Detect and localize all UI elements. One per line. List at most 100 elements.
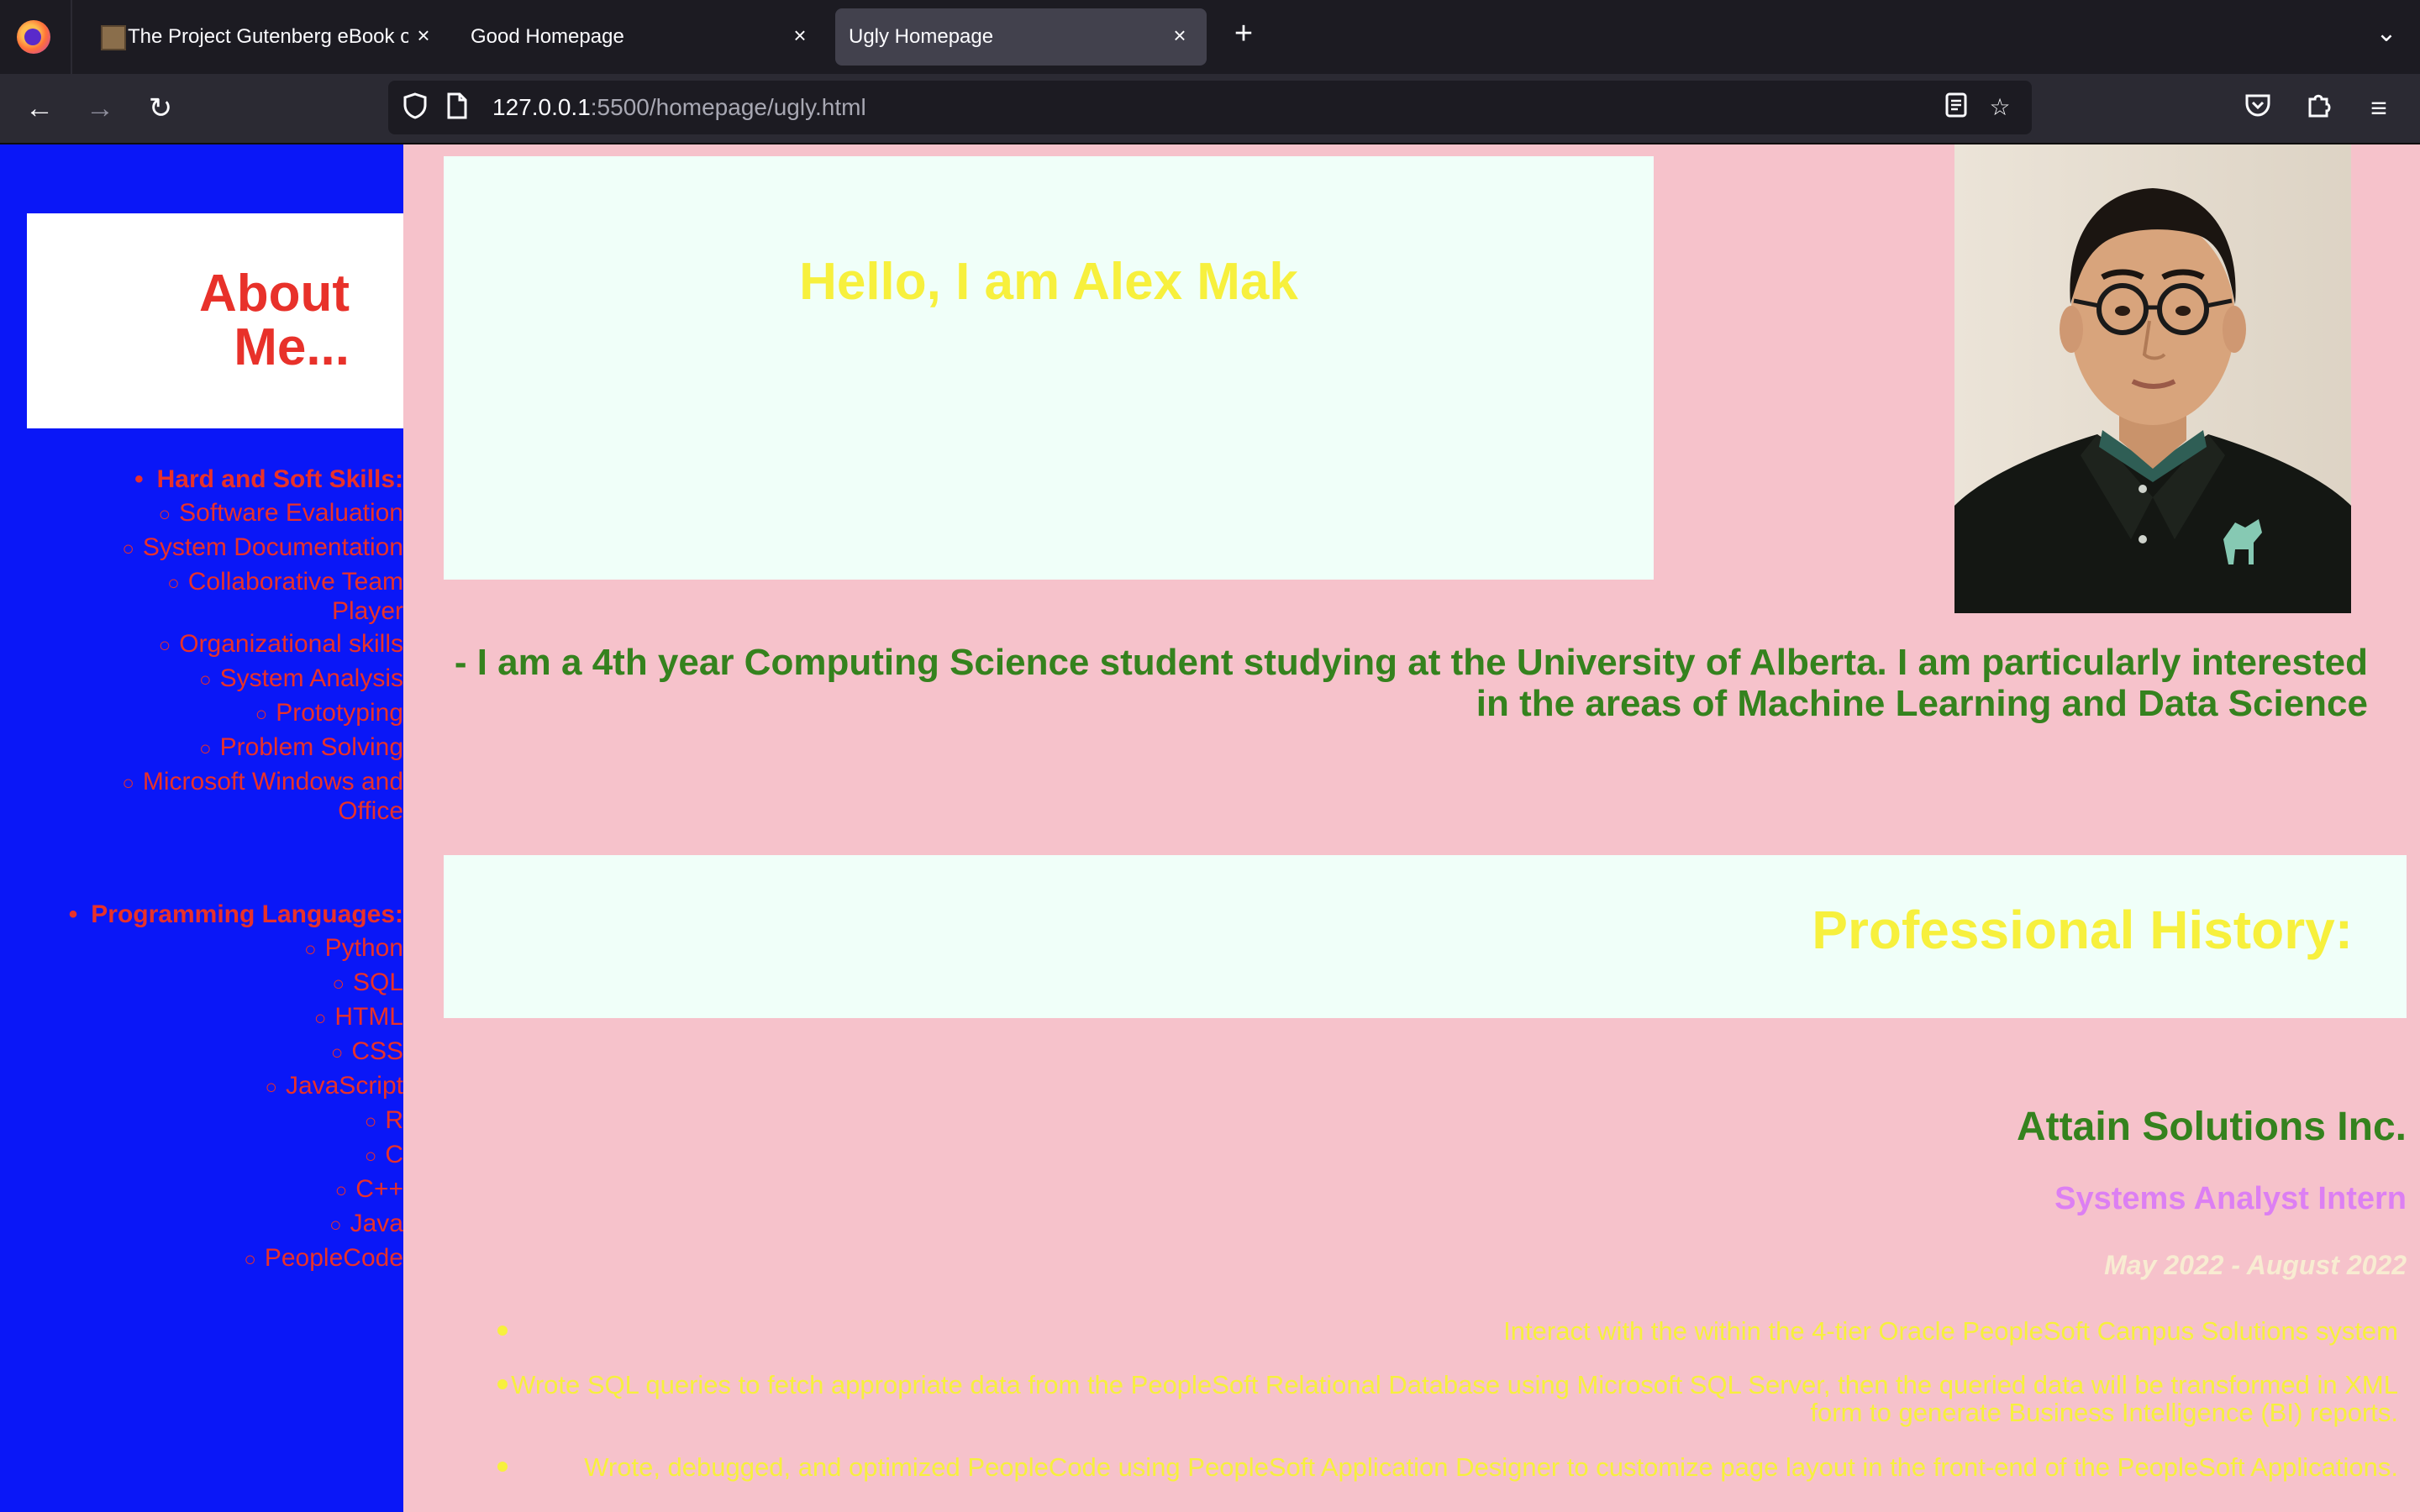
circle-bullet-icon: ○ xyxy=(122,772,134,795)
circle-bullet-icon: ○ xyxy=(364,1110,377,1133)
page-content: About Me... Hard and Soft Skills: ○ Softw… xyxy=(0,144,2420,1512)
company-name: Attain Solutions Inc. xyxy=(2017,1105,2407,1149)
close-tab-icon[interactable]: × xyxy=(410,22,437,49)
skills-list: ○ Software Evaluation ○ System Documentatio… xyxy=(118,499,403,830)
list-item: ○ System Documentation xyxy=(118,533,403,563)
list-item-label: R xyxy=(385,1106,403,1134)
list-item-label: Collaborative Team Player xyxy=(187,568,403,625)
circle-bullet-icon: ○ xyxy=(304,938,317,961)
list-item-label: C++ xyxy=(355,1175,403,1203)
list-item: ○ CSS xyxy=(118,1037,403,1067)
book-favicon-icon xyxy=(101,25,126,50)
circle-bullet-icon: ○ xyxy=(199,738,212,760)
languages-list: ○ Python ○ SQL ○ HTML ○ CSS ○ JavaScript ○ R ○ C ○ C++ ○… xyxy=(118,934,403,1278)
page-icon xyxy=(442,92,472,123)
circle-bullet-icon: ○ xyxy=(199,669,212,691)
reload-icon[interactable]: ↻ xyxy=(141,89,180,128)
shield-icon[interactable] xyxy=(400,92,430,123)
job-duty: Wrote SQL queries to fetch appropriate d… xyxy=(511,1370,2398,1427)
list-item: ○ Prototyping xyxy=(118,699,403,728)
list-item-label: Java xyxy=(350,1210,403,1237)
list-item: ○ C xyxy=(118,1141,403,1170)
intro-paragraph: - I am a 4th year Computing Science stud… xyxy=(454,642,2368,724)
circle-bullet-icon: ○ xyxy=(330,1042,344,1064)
list-item: ○ JavaScript xyxy=(118,1072,403,1101)
list-item-label: System Documentation xyxy=(142,533,403,561)
list-item: ○ R xyxy=(118,1106,403,1136)
list-item: ○ C++ xyxy=(118,1175,403,1205)
tab-ugly-homepage[interactable]: Ugly Homepage × xyxy=(835,8,1207,66)
profile-photo xyxy=(1954,144,2351,613)
list-item-label: Prototyping xyxy=(276,699,403,727)
reader-view-icon[interactable] xyxy=(1941,92,1971,123)
tab-title: Ugly Homepage xyxy=(849,25,994,48)
forward-arrow-icon[interactable]: → xyxy=(81,89,119,128)
circle-bullet-icon: ○ xyxy=(244,1248,256,1271)
circle-bullet-icon: ○ xyxy=(334,1179,348,1202)
list-item: ○ HTML xyxy=(118,1003,403,1032)
hamburger-menu-icon[interactable]: ≡ xyxy=(2360,89,2398,128)
job-dates: May 2022 - August 2022 xyxy=(2104,1250,2407,1280)
url-bar[interactable]: 127.0.0.1:5500/homepage/ugly.html ☆ xyxy=(388,81,2032,134)
navigation-toolbar: ← → ↻ 127.0.0.1:5500/homepage/ugly.html … xyxy=(0,74,2420,143)
hello-box: Hello, I am Alex Mak xyxy=(444,156,1654,580)
skills-heading: Hard and Soft Skills: xyxy=(134,465,403,494)
list-item: ○ Organizational skills xyxy=(118,630,403,659)
firefox-logo-icon[interactable] xyxy=(17,20,50,54)
circle-bullet-icon: ○ xyxy=(158,503,171,526)
list-item: ○ Python xyxy=(118,934,403,963)
bookmark-star-icon[interactable]: ☆ xyxy=(1985,92,2015,123)
tab-gutenberg[interactable]: The Project Gutenberg eBook of × xyxy=(81,8,444,66)
circle-bullet-icon: ○ xyxy=(158,634,171,657)
tab-good-homepage[interactable]: Good Homepage × xyxy=(457,8,825,66)
list-item-label: HTML xyxy=(334,1003,403,1031)
list-item: ○ Collaborative Team Player xyxy=(118,568,403,625)
list-item-label: SQL xyxy=(352,969,403,996)
tab-separator xyxy=(71,0,72,74)
hello-heading: Hello, I am Alex Mak xyxy=(799,253,1298,311)
about-me-title: About Me... xyxy=(198,265,350,376)
list-item-label: Software Evaluation xyxy=(179,499,403,527)
list-item: ○ System Analysis xyxy=(118,664,403,694)
list-item-label: PeopleCode xyxy=(264,1244,403,1272)
job-duty: Interact with the within the 4-tier Orac… xyxy=(1503,1316,2398,1346)
languages-heading: Programming Languages: xyxy=(69,900,403,929)
list-item-label: Organizational skills xyxy=(179,630,403,658)
professional-history-box: Professional History: xyxy=(444,855,2407,1018)
sidebar: About Me... Hard and Soft Skills: ○ Softw… xyxy=(0,144,403,1512)
list-item-label: C xyxy=(385,1141,403,1168)
circle-bullet-icon: ○ xyxy=(265,1076,277,1099)
list-item: ○ SQL xyxy=(118,969,403,998)
professional-history-heading: Professional History: xyxy=(1812,900,2353,960)
list-item-label: System Analysis xyxy=(219,664,403,692)
job-role: Systems Analyst Intern xyxy=(2054,1181,2407,1216)
tab-strip: The Project Gutenberg eBook of × Good Ho… xyxy=(0,0,2420,74)
plus-icon[interactable]: + xyxy=(1227,17,1260,50)
chevron-down-icon[interactable]: ⌄ xyxy=(2370,18,2403,52)
list-item: ○ PeopleCode xyxy=(118,1244,403,1273)
about-me-box: About Me... xyxy=(27,213,403,428)
list-item-label: Python xyxy=(324,934,403,962)
circle-bullet-icon: ○ xyxy=(364,1145,377,1168)
list-item-label: Microsoft Windows and Office xyxy=(142,768,403,825)
extensions-puzzle-icon[interactable] xyxy=(2299,89,2338,128)
list-item-label: CSS xyxy=(351,1037,403,1065)
circle-bullet-icon: ○ xyxy=(122,538,134,560)
url-host: 127.0.0.1 xyxy=(492,94,591,120)
tab-title: Good Homepage xyxy=(471,25,624,48)
job-duty: Wrote, debugged, and optimized PeopleCod… xyxy=(584,1452,2398,1482)
circle-bullet-icon: ○ xyxy=(313,1007,327,1030)
list-item: ○ Problem Solving xyxy=(118,733,403,763)
circle-bullet-icon: ○ xyxy=(255,703,268,726)
back-arrow-icon[interactable]: ← xyxy=(20,89,59,128)
circle-bullet-icon: ○ xyxy=(332,973,345,995)
close-tab-icon[interactable]: × xyxy=(786,22,813,49)
url-text[interactable]: 127.0.0.1:5500/homepage/ugly.html xyxy=(492,94,866,121)
circle-bullet-icon: ○ xyxy=(329,1214,342,1236)
main-content: Hello, I am Alex Mak - I am a 4th year C… xyxy=(403,144,2420,1512)
list-item: ○ Software Evaluation xyxy=(118,499,403,528)
tab-title: The Project Gutenberg eBook of xyxy=(128,25,408,48)
pocket-icon[interactable] xyxy=(2238,89,2277,128)
list-item: ○ Microsoft Windows and Office xyxy=(118,768,403,825)
close-tab-icon[interactable]: × xyxy=(1166,22,1193,49)
